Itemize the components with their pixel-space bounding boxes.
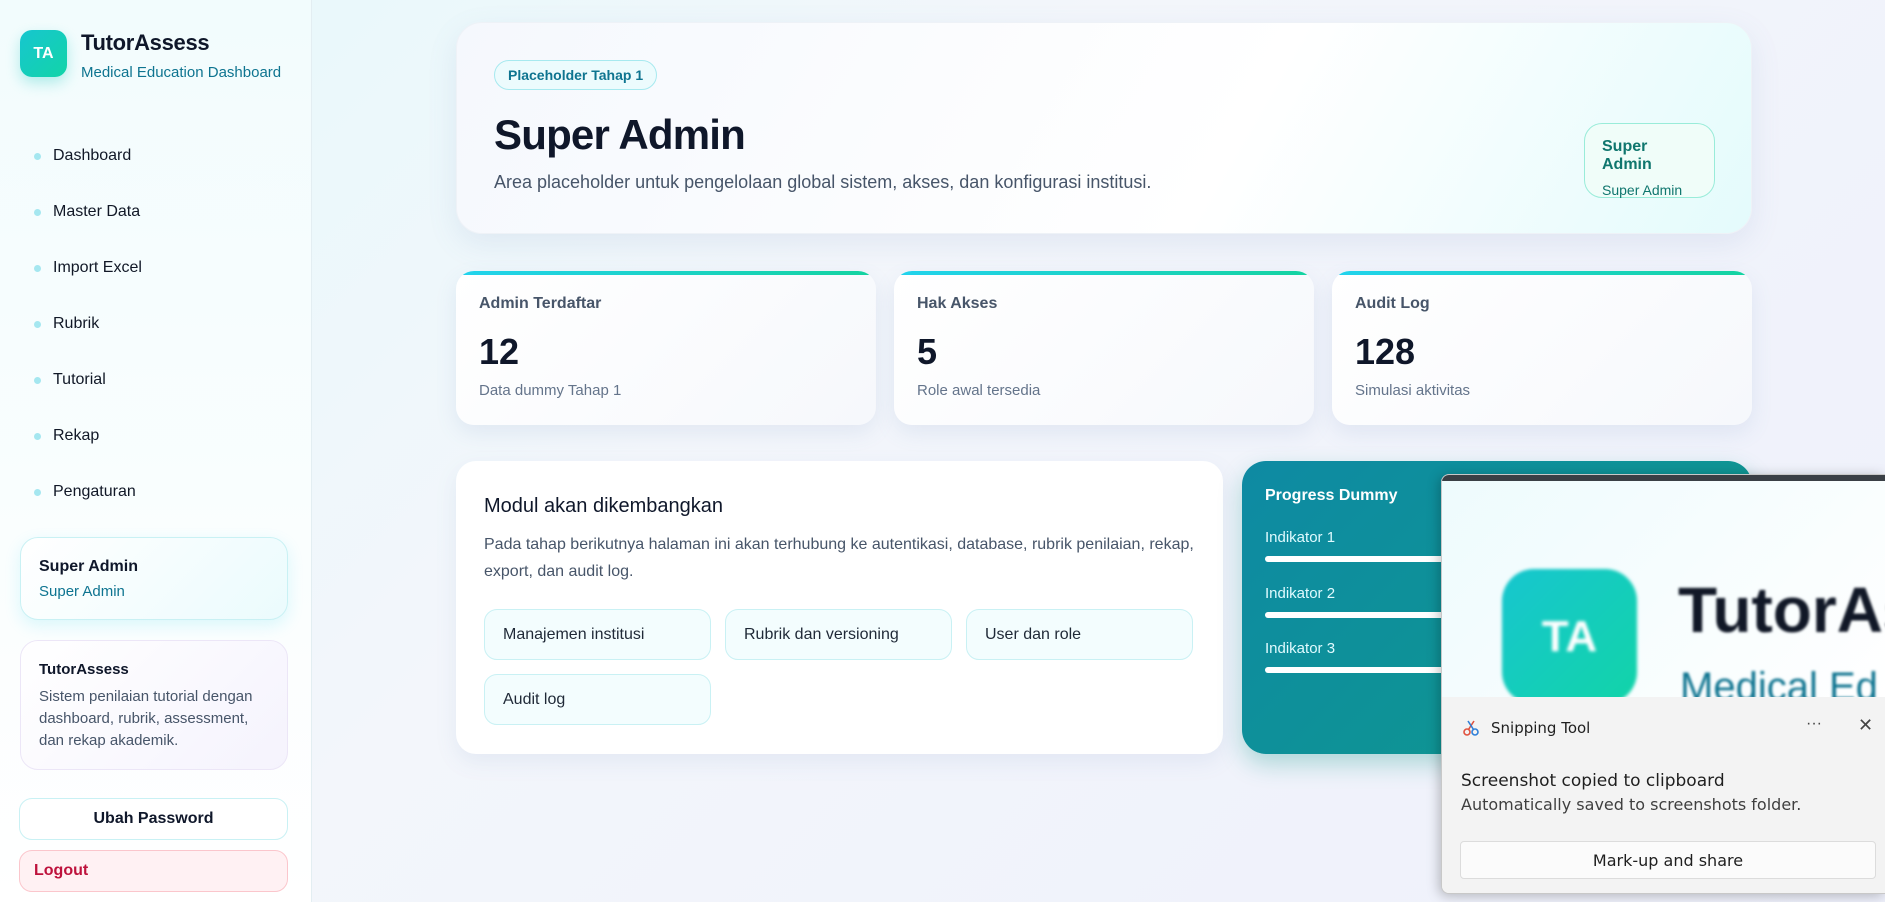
role-pill: Super Admin Super Admin [1584,123,1715,198]
sidebar-item-pengaturan[interactable]: Pengaturan [34,464,142,520]
sidebar-item-dashboard[interactable]: Dashboard [34,128,142,184]
progress-title: Progress Dummy [1265,487,1398,504]
sidebar-item-label: Rekap [53,427,100,444]
logout-button[interactable]: Logout [19,850,288,892]
sidebar-item-label: Master Data [53,203,141,220]
stat-card-audit: Audit Log 128 Simulasi aktivitas [1332,271,1752,425]
scissors-icon [1463,720,1479,736]
close-icon[interactable]: ✕ [1858,715,1873,736]
brand-logo: TA [20,30,67,77]
sidebar-item-label: Pengaturan [53,483,136,500]
sidebar-nav: Dashboard Master Data Import Excel Rubri… [34,128,142,520]
bullet-icon [34,432,41,440]
markup-share-button[interactable]: Mark-up and share [1460,841,1876,879]
sidebar-item-master-data[interactable]: Master Data [34,184,142,240]
stat-label: Audit Log [1355,295,1430,312]
module-description: Pada tahap berikutnya halaman ini akan t… [484,536,1194,580]
toast-submessage: Automatically saved to screenshots folde… [1461,795,1802,814]
sidebar-item-rekap[interactable]: Rekap [34,408,142,464]
module-chip[interactable]: User dan role [966,609,1193,660]
bullet-icon [34,320,41,328]
user-name: Super Admin [39,558,138,575]
app-info-card: TutorAssess Sistem penilaian tutorial de… [20,640,288,770]
stage-badge: Placeholder Tahap 1 [494,60,658,90]
stat-value: 128 [1355,331,1416,372]
user-role: Super Admin [39,583,125,600]
preview-logo: TA [1502,569,1637,704]
brand: TA TutorAssess Medical Education Dashboa… [20,30,281,81]
toast-message: Screenshot copied to clipboard [1461,771,1725,791]
sidebar-item-label: Tutorial [53,371,106,388]
stat-card-admin: Admin Terdaftar 12 Data dummy Tahap 1 [456,271,876,425]
sidebar-item-label: Dashboard [53,147,132,164]
role-pill-title: Super Admin [1602,138,1652,173]
bullet-icon [34,152,41,160]
bullet-icon [34,208,41,216]
stat-sub: Role awal tersedia [917,382,1041,399]
sidebar-item-tutorial[interactable]: Tutorial [34,352,142,408]
toast-app-name: Snipping Tool [1491,719,1591,737]
brand-title: TutorAssess [81,30,210,55]
app-info-title: TutorAssess [39,661,129,678]
role-pill-subtitle: Super Admin [1602,182,1683,198]
snipping-tool-toast: TA TutorAs Medical Ed Snipping Tool ··· … [1441,474,1885,894]
more-icon[interactable]: ··· [1806,715,1822,733]
page-description: Area placeholder untuk pengelolaan globa… [494,172,1152,192]
module-title: Modul akan dikembangkan [484,495,724,517]
bullet-icon [34,376,41,384]
bullet-icon [34,264,41,272]
sidebar-item-rubrik[interactable]: Rubrik [34,296,142,352]
page-title: Super Admin [494,111,746,158]
screenshot-preview[interactable]: TA TutorAs Medical Ed [1442,475,1885,709]
sidebar-item-label: Rubrik [53,315,100,332]
stat-label: Admin Terdaftar [479,295,602,312]
preview-title: TutorAs [1678,574,1885,646]
sidebar-item-import-excel[interactable]: Import Excel [34,240,142,296]
change-password-button[interactable]: Ubah Password [19,798,288,840]
sidebar-item-label: Import Excel [53,259,142,276]
module-chip[interactable]: Audit log [484,674,711,725]
stat-card-access: Hak Akses 5 Role awal tersedia [894,271,1314,425]
stat-value: 5 [917,331,938,372]
bullet-icon [34,488,41,496]
user-card: Super Admin Super Admin [20,537,288,620]
stat-value: 12 [479,331,520,372]
stat-sub: Data dummy Tahap 1 [479,382,622,399]
stat-sub: Simulasi aktivitas [1355,382,1471,399]
app-info-description: Sistem penilaian tutorial dengan dashboa… [39,688,253,749]
sidebar: TA TutorAssess Medical Education Dashboa… [0,0,312,902]
stat-label: Hak Akses [917,295,998,312]
module-chip[interactable]: Rubrik dan versioning [725,609,952,660]
module-card: Modul akan dikembangkan Pada tahap berik… [456,461,1223,754]
hero-card: Placeholder Tahap 1 Super Admin Area pla… [456,22,1752,234]
module-chip[interactable]: Manajemen institusi [484,609,711,660]
toast-body: Snipping Tool ··· ✕ Screenshot copied to… [1442,697,1885,893]
brand-subtitle: Medical Education Dashboard [81,64,282,81]
